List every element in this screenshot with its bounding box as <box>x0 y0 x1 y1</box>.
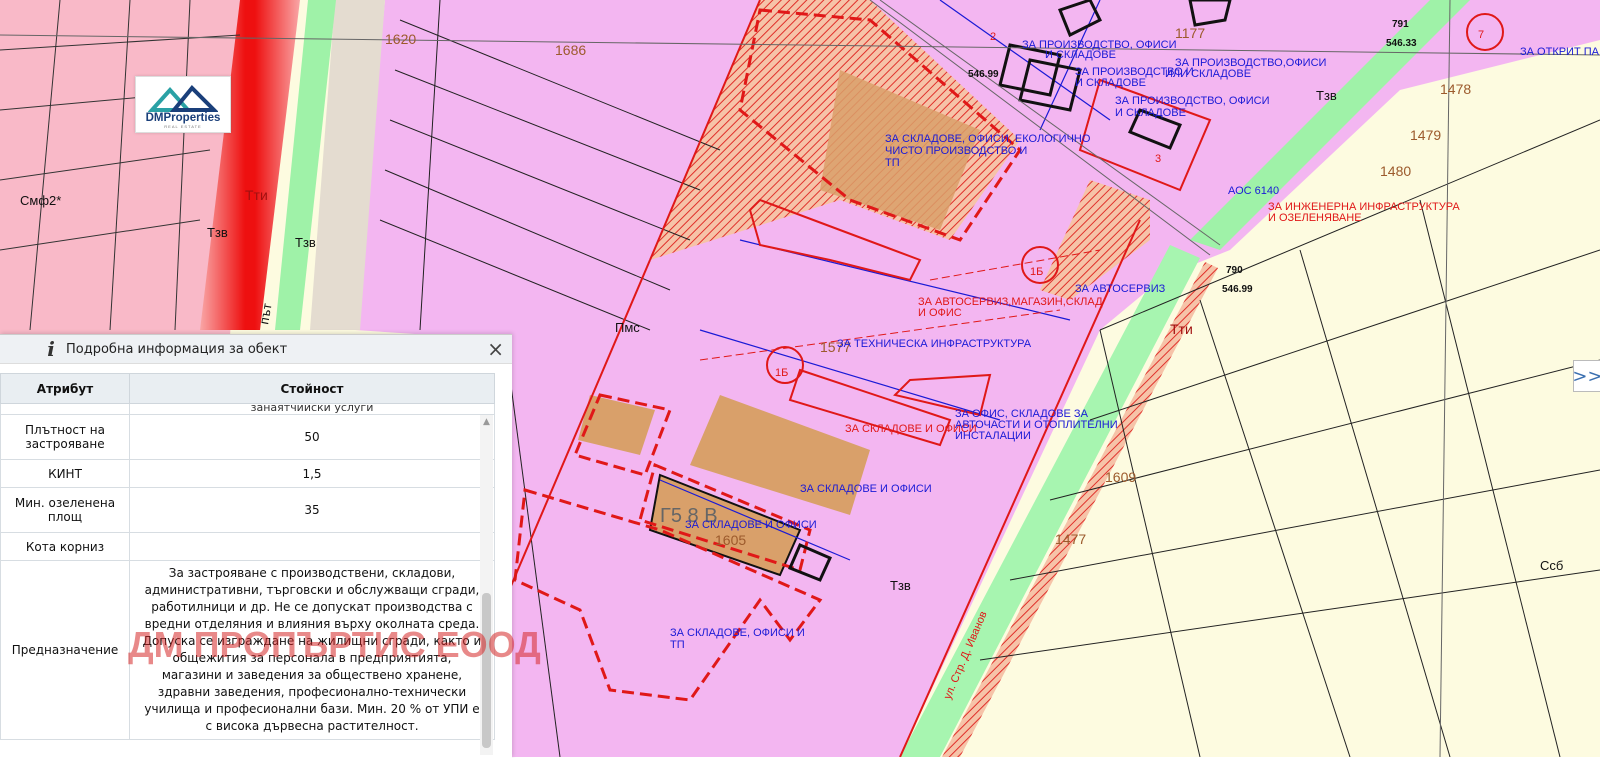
table-row: занаятчийски услуги <box>0 403 495 415</box>
upi-label: 7 <box>1478 29 1484 41</box>
upi-label: 2 <box>990 31 996 43</box>
panel-header: i Подробна информация за обект × <box>0 335 512 364</box>
value-cell <box>129 532 495 561</box>
table-row: Плътност на застрояване 50 <box>0 414 495 460</box>
zone-purpose: ИНСТАЛАЦИИ <box>955 430 1031 442</box>
upi-label: 1Б <box>1030 266 1043 278</box>
zone-purpose: ЧИСТО ПРОИЗВОДСТВО И <box>885 145 1027 157</box>
zone-purpose: ЗА ПРОИЗВОДСТВО, ОФИСИ <box>1115 95 1270 107</box>
info-icon: i <box>47 337 55 361</box>
zone-purpose: И ОЗЕЛЕНЯВАНЕ <box>1268 212 1362 224</box>
column-header-value: Стойност <box>129 373 495 404</box>
table-row: Предназначение За застрояване с производ… <box>0 560 495 740</box>
upi-label: 3 <box>1155 153 1161 165</box>
zone-label: Тзв <box>295 235 316 250</box>
zone-purpose: ЗА СКЛАДОВЕ, ОФИСИ, ЕКОЛОГИЧНО <box>885 133 1091 145</box>
company-logo: DMProperties REAL ESTATE <box>135 76 231 133</box>
column-header-attribute: Атрибут <box>0 373 130 404</box>
parcel-label: 1605 <box>715 532 746 548</box>
table-row: Кота корниз <box>0 532 495 561</box>
zone-purpose: ЗА СКЛАДОВЕ И ОФИСИ <box>685 519 817 531</box>
parcel-label: 1478 <box>1440 81 1471 97</box>
parcel-label: 1477 <box>1055 531 1086 547</box>
scroll-up-icon[interactable]: ▲ <box>480 415 493 429</box>
parcel-label: 1609 <box>1105 469 1136 485</box>
house-logo-icon <box>148 85 218 112</box>
zone-purpose: ЗА СКЛАДОВЕ И ОФИСИ <box>800 483 932 495</box>
attr-cell: Плътност на застрояване <box>0 414 130 460</box>
parcel-label: 1620 <box>385 31 416 47</box>
zone-label: Тзв <box>1316 88 1337 103</box>
zone-purpose: И СКЛАДОВЕ <box>1045 49 1116 61</box>
table-row: Мин. озеленена площ 35 <box>0 487 495 533</box>
zone-label: Пмс <box>615 320 640 335</box>
zone-purpose: ЗА ТЕХНИЧЕСКА ИНФРАСТРУКТУРА <box>837 338 1032 350</box>
value-cell: За застрояване с производствени, складов… <box>129 560 495 740</box>
table-row: КИНТ 1,5 <box>0 459 495 488</box>
elevation-label: 546.33 <box>1386 38 1417 49</box>
point-label: 791 <box>1392 19 1409 30</box>
attr-cell: Кота корниз <box>0 532 130 561</box>
zone-purpose: ЗА СКЛАДОВЕ, ОФИСИ И <box>670 627 805 639</box>
elevation-label: 546.99 <box>968 69 999 80</box>
zone-purpose: ЗА АВТОСЕРВИЗ <box>1075 283 1166 295</box>
zone-purpose: ЗА ОТКРИТ ПА <box>1520 46 1600 58</box>
upi-label: 1Б <box>775 367 788 379</box>
zone-purpose: И СКЛАДОВЕ <box>1115 107 1186 119</box>
value-cell: 35 <box>129 487 495 533</box>
zone-purpose: АОС 6140 <box>1228 185 1279 197</box>
point-label: 790 <box>1226 265 1243 276</box>
zone-purpose: ИЛИ СКЛАДОВЕ <box>1165 68 1251 80</box>
zone-purpose: ТП <box>885 157 900 169</box>
zone-purpose: И ОФИС <box>918 307 962 319</box>
zone-label: Ссб <box>1540 558 1563 573</box>
attribute-table-wrapper[interactable]: Атрибут Стойност занаятчийски услуги Плъ… <box>0 373 495 758</box>
zone-label: Смф2* <box>20 193 61 208</box>
object-info-panel: i Подробна информация за обект × Атрибут… <box>0 334 541 758</box>
parcel-label: 1177 <box>1175 25 1205 41</box>
logo-subtitle: REAL ESTATE <box>164 124 202 129</box>
panel-title: Подробна информация за обект <box>66 341 288 357</box>
zone-purpose: И СКЛАДОВЕ <box>1075 77 1146 89</box>
parcel-label: 1479 <box>1410 127 1441 143</box>
logo-title: DMProperties <box>145 112 221 124</box>
close-button[interactable]: × <box>487 338 504 360</box>
zone-purpose: ТП <box>670 639 685 651</box>
zone-label: Тзв <box>207 225 228 240</box>
value-cell: 1,5 <box>129 459 495 488</box>
clipped-value: занаятчийски услуги <box>250 404 374 414</box>
scrollbar-thumb[interactable] <box>482 593 491 748</box>
zone-label: Тти <box>245 187 268 203</box>
parcel-label: 1686 <box>555 42 586 58</box>
attr-cell: Мин. озеленена площ <box>0 487 130 533</box>
attr-cell: Предназначение <box>0 560 130 740</box>
double-chevron-right-icon: >> <box>1572 365 1600 387</box>
parcel-label: 1480 <box>1380 163 1411 179</box>
zone-label: Тзв <box>890 578 911 593</box>
attr-cell: КИНТ <box>0 459 130 488</box>
value-cell: 50 <box>129 414 495 460</box>
attribute-table: Атрибут Стойност занаятчийски услуги Плъ… <box>0 373 495 740</box>
elevation-label: 546.99 <box>1222 284 1253 295</box>
zone-label: Тти <box>1170 321 1193 337</box>
expand-panel-button[interactable]: >> <box>1572 360 1600 392</box>
scrollbar[interactable]: ▲ <box>480 415 493 755</box>
